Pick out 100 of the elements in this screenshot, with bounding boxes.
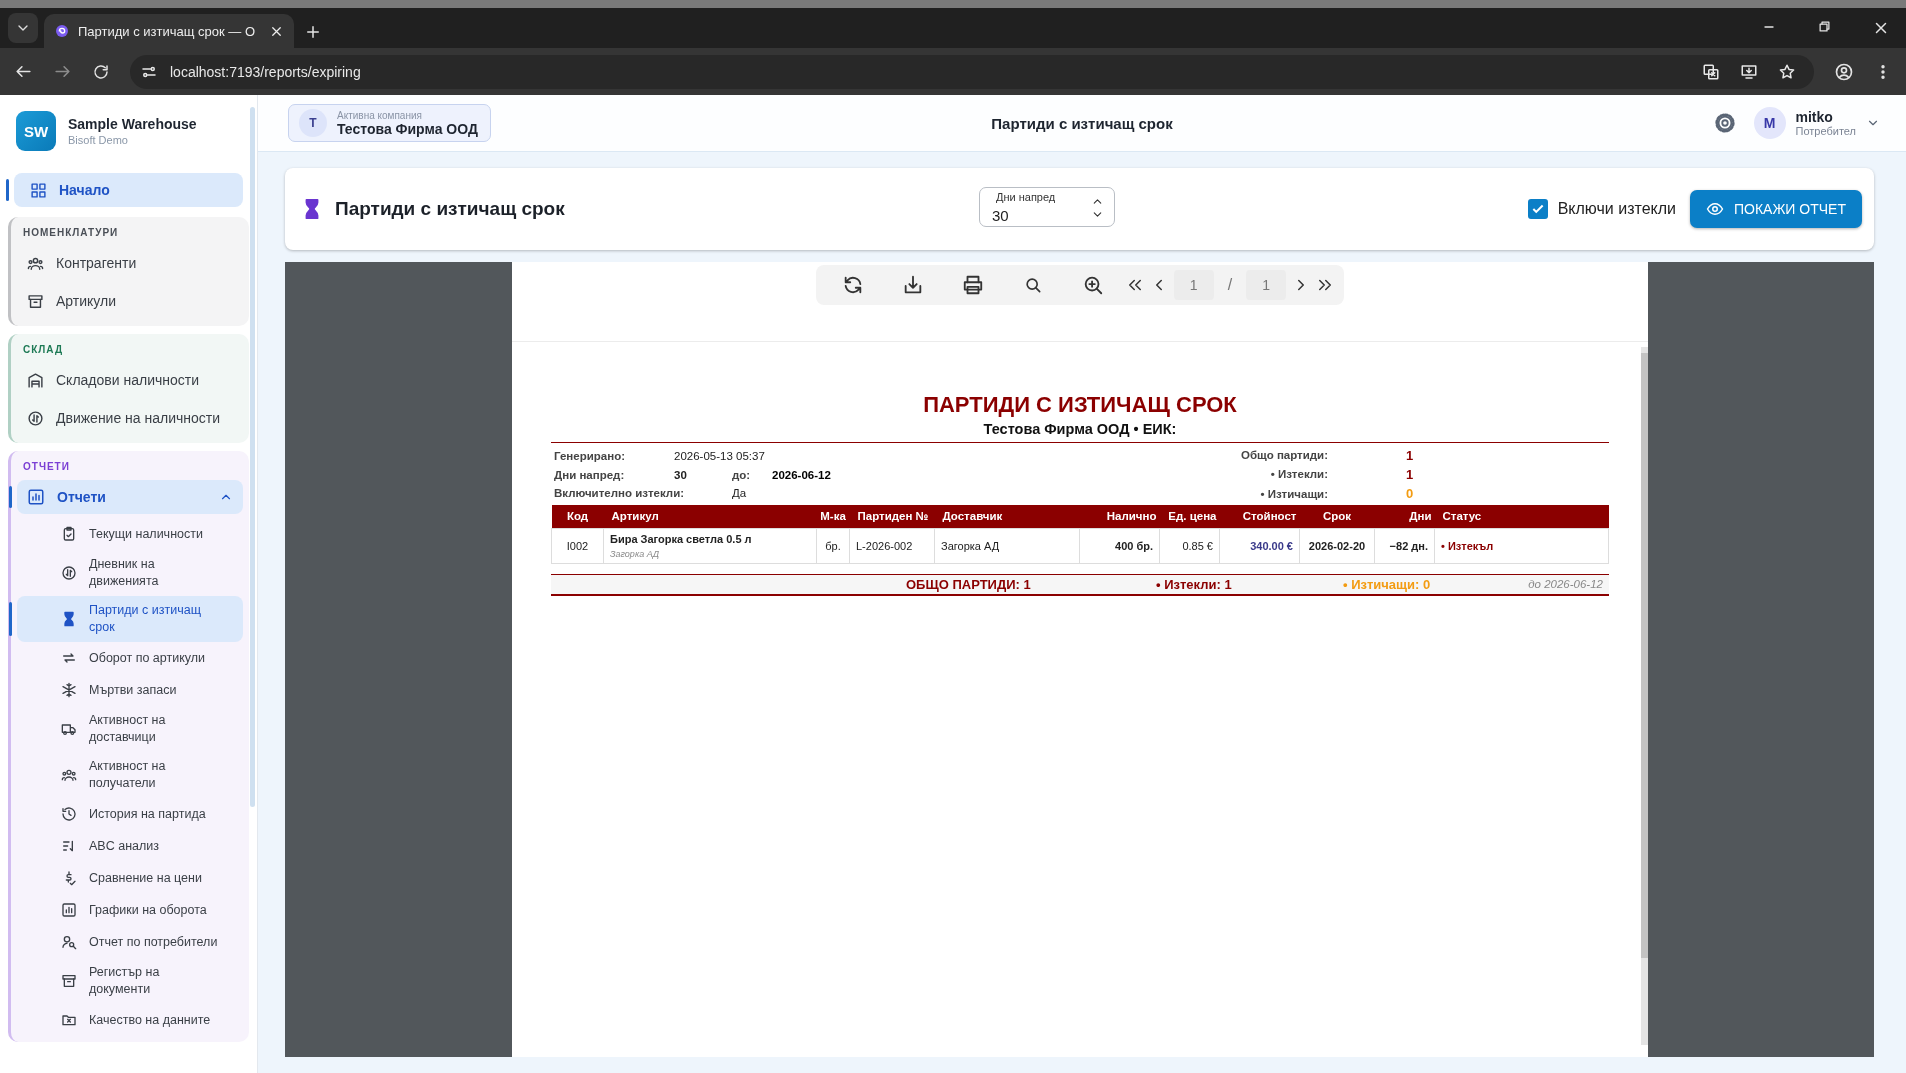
folder-x-icon xyxy=(61,1012,77,1028)
table-cell: −82 дн. xyxy=(1374,528,1435,563)
print-icon[interactable] xyxy=(961,274,984,296)
browser-tab[interactable]: Партиди с изтичащ срок — О xyxy=(44,14,294,48)
report-title: ПАРТИДИ С ИЗТИЧАЩ СРОК xyxy=(922,392,1238,418)
checkbox[interactable] xyxy=(1527,199,1548,219)
install-icon[interactable] xyxy=(1740,62,1758,81)
article-note: Загорка АД xyxy=(610,548,661,559)
show-report-button[interactable]: ПОКАЖИ ОТЧЕТ xyxy=(1690,190,1862,228)
app-name: Sample Warehouse xyxy=(68,116,197,132)
report-subtitle: Тестова Фирма ООД • ЕИК: xyxy=(551,421,1609,443)
sidebar-subitem[interactable]: Активност на доставчици xyxy=(17,706,243,752)
sidebar-subitem[interactable]: Оборот по артикули xyxy=(17,642,243,674)
days-field[interactable]: Дни напред 30 xyxy=(979,187,1115,227)
reload-icon[interactable] xyxy=(92,62,110,81)
clipboard-check-icon xyxy=(61,526,77,542)
sidebar-subitem[interactable]: Отчет по потребители xyxy=(17,926,243,958)
article-name: Бира Загорка светла 0.5 л xyxy=(610,532,753,545)
scrollbar[interactable] xyxy=(250,107,255,807)
table-cell: бр. xyxy=(816,528,850,563)
hourglass-icon xyxy=(61,611,77,627)
column-header: Стойност xyxy=(1219,504,1300,528)
plus-icon[interactable] xyxy=(304,23,322,41)
translate-icon[interactable] xyxy=(1702,62,1720,81)
address-bar[interactable]: localhost:7193/reports/expiring xyxy=(130,54,1814,89)
sidebar-subitem[interactable]: Регистър на документи xyxy=(17,958,243,1004)
meta-label: Включително изтекли: xyxy=(554,487,686,500)
column-header: Статус xyxy=(1434,504,1609,528)
meta-value: 2026-06-12 xyxy=(772,468,831,481)
table-cell: L-2026-002 xyxy=(849,528,935,563)
table-cell: 340.00 € xyxy=(1219,528,1300,563)
star-icon[interactable] xyxy=(1778,62,1796,81)
section-title: ОТЧЕТИ xyxy=(22,460,71,474)
user-search-icon xyxy=(61,934,77,950)
summary-value: 1 xyxy=(1405,467,1415,483)
column-header: Налично xyxy=(1079,504,1160,528)
warehouse-icon xyxy=(27,371,44,389)
sidebar-subitem[interactable]: Текущи наличности xyxy=(17,518,243,550)
tab-title: Партиди с изтичащ срок — О xyxy=(78,23,257,39)
section-title: НОМЕНКЛАТУРИ xyxy=(22,226,120,240)
url-text: localhost:7193/reports/expiring xyxy=(170,63,362,80)
table-cell: I002 xyxy=(551,528,604,563)
page-separator: / xyxy=(1227,276,1233,294)
settings-icon[interactable] xyxy=(1713,112,1736,134)
footer-total: • Изтекли: 1 xyxy=(1156,576,1233,592)
column-header: Партиден № xyxy=(849,504,935,528)
sidebar-subitem[interactable]: Сравнение на цени xyxy=(17,862,243,894)
page-number-field[interactable]: 1 xyxy=(1173,270,1214,300)
sidebar-subitem[interactable]: Дневник на движенията xyxy=(17,550,243,596)
exchange-icon xyxy=(27,409,44,427)
meta-value: 2026-05-13 05:37 xyxy=(674,450,765,463)
table-cell: 400 бр. xyxy=(1079,528,1160,563)
column-header: Артикул xyxy=(603,504,817,528)
column-header: Дни xyxy=(1374,504,1435,528)
sidebar-subitem[interactable]: Качество на данните xyxy=(17,1004,243,1036)
user-menu[interactable]: M mitko Потребител xyxy=(1753,107,1880,139)
checkmark-icon xyxy=(1530,202,1545,216)
exchange-icon xyxy=(61,565,77,581)
truck-icon xyxy=(61,721,77,737)
footer-total: • Изтичащи: 0 xyxy=(1343,576,1431,592)
summary-label: Общо партиди: xyxy=(1241,448,1328,464)
table-cell: 2026-02-20 xyxy=(1299,528,1375,563)
page-title: Партиди с изтичащ срок xyxy=(991,114,1173,132)
table-cell: Загорка АД xyxy=(934,528,1080,563)
sidebar-item[interactable]: Контрагенти xyxy=(17,244,243,282)
summary-label: • Изтичащи: xyxy=(1259,486,1328,502)
sidebar-item[interactable]: Артикули xyxy=(17,282,243,320)
checkbox-label: Включи изтекли xyxy=(1557,200,1676,218)
sidebar-subitem[interactable]: Графики на оборота xyxy=(17,894,243,926)
company-selector[interactable]: Т Активна компания Тестова Фирма ООД xyxy=(288,104,491,142)
app-logo: SW xyxy=(16,111,56,151)
grid-icon xyxy=(30,181,47,199)
footer-note: до 2026-06-12 xyxy=(1527,578,1604,590)
summary-value: 1 xyxy=(1405,448,1415,464)
table-cell: • Изтекъл xyxy=(1434,528,1609,563)
meta-label: Дни напред: xyxy=(554,468,626,481)
sidebar-subitem[interactable]: История на партида xyxy=(17,798,243,830)
eye-icon xyxy=(1706,200,1724,218)
archive-icon xyxy=(27,292,44,310)
meta-value: 30 xyxy=(674,468,688,481)
restore-icon[interactable] xyxy=(1817,19,1832,34)
company-caption: Активна компания xyxy=(337,109,423,121)
bar-chart-icon xyxy=(61,902,77,918)
summary-value: 0 xyxy=(1405,486,1415,502)
sidebar-item[interactable]: Движение на наличности xyxy=(17,399,243,437)
tab-list-button[interactable] xyxy=(8,13,38,43)
app-subtitle: Bisoft Demo xyxy=(68,134,129,146)
sidebar-subitem[interactable]: Мъртви запаси xyxy=(17,674,243,706)
column-header: Код xyxy=(551,504,604,528)
profile-icon[interactable] xyxy=(1834,61,1854,82)
sidebar-subitem[interactable]: ABC анализ xyxy=(17,830,243,862)
scrollbar[interactable] xyxy=(1641,347,1648,1045)
snowflake-icon xyxy=(61,682,77,698)
company-name: Тестова Фирма ООД xyxy=(337,120,478,137)
summary-label: • Изтекли: xyxy=(1269,467,1328,483)
sidebar-subitem[interactable]: Активност на получатели xyxy=(17,752,243,798)
column-header: М-ка xyxy=(816,504,850,528)
user-avatar: M xyxy=(1753,107,1786,139)
sidebar-item[interactable]: Складови наличности xyxy=(17,361,243,399)
people-icon xyxy=(61,767,77,783)
